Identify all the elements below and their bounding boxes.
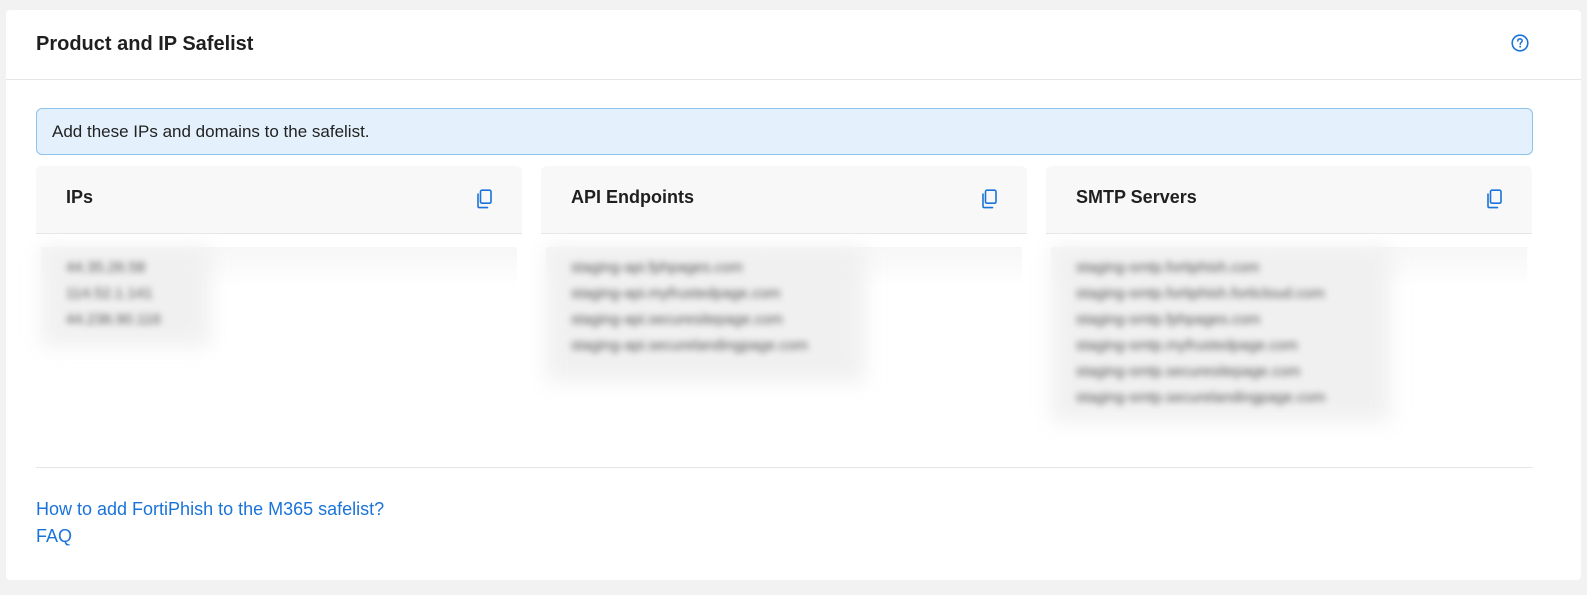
- list-item: staging-api.securesitepage.com: [571, 311, 783, 328]
- ips-panel: IPs 44.35.26.58 114.52.1.141 44.236.90.1…: [36, 166, 522, 428]
- list-item: staging-smtp.fphpages.com: [1076, 311, 1261, 328]
- safelist-card: Product and IP Safelist Add these IPs an…: [6, 10, 1581, 580]
- list-item: staging-smtp.fortiphish.forticloud.com: [1076, 285, 1325, 302]
- list-item: staging-api.myfrustedpage.com: [571, 285, 781, 302]
- ips-list: 44.35.26.58 114.52.1.141 44.236.90.116: [66, 255, 161, 333]
- list-item: 44.35.26.58: [66, 259, 146, 276]
- copy-icon[interactable]: [980, 189, 998, 209]
- faq-link[interactable]: FAQ: [36, 526, 72, 547]
- panel-title-ips: IPs: [66, 187, 94, 207]
- divider: [36, 467, 1533, 468]
- card-header: Product and IP Safelist: [6, 10, 1581, 80]
- smtp-servers-list-area: staging-smtp.fortiphish.com staging-smtp…: [1051, 247, 1527, 425]
- list-item: staging-api.fphpages.com: [571, 259, 743, 276]
- api-endpoints-list-area: staging-api.fphpages.com staging-api.myf…: [546, 247, 1022, 425]
- list-item: 44.236.90.116: [66, 311, 161, 328]
- list-item: 114.52.1.141: [66, 285, 153, 302]
- copy-icon[interactable]: [475, 189, 493, 209]
- panel-header: SMTP Servers: [1046, 166, 1532, 234]
- api-endpoints-list: staging-api.fphpages.com staging-api.myf…: [571, 255, 808, 359]
- question-circle-icon[interactable]: [1511, 34, 1529, 52]
- list-item: staging-api.securelandingpage.com: [571, 337, 808, 354]
- smtp-servers-panel: SMTP Servers staging-smtp.fortiphish.com…: [1046, 166, 1532, 428]
- card-title: Product and IP Safelist: [36, 33, 254, 55]
- list-item: staging-smtp.securelandingpage.com: [1076, 389, 1326, 406]
- list-item: staging-smtp.securesitepage.com: [1076, 363, 1301, 380]
- list-item: staging-smtp.fortiphish.com: [1076, 259, 1260, 276]
- info-banner: Add these IPs and domains to the safelis…: [36, 108, 1533, 155]
- copy-icon[interactable]: [1485, 189, 1503, 209]
- api-endpoints-panel: API Endpoints staging-api.fphpages.com s…: [541, 166, 1027, 428]
- panel-title-smtp-servers: SMTP Servers: [1076, 187, 1197, 207]
- m365-safelist-help-link[interactable]: How to add FortiPhish to the M365 safeli…: [36, 499, 384, 520]
- panel-title-api-endpoints: API Endpoints: [571, 187, 694, 207]
- panel-header: IPs: [36, 166, 522, 234]
- panel-header: API Endpoints: [541, 166, 1027, 234]
- ips-list-area: 44.35.26.58 114.52.1.141 44.236.90.116: [41, 247, 517, 425]
- smtp-servers-list: staging-smtp.fortiphish.com staging-smtp…: [1076, 255, 1325, 411]
- list-item: staging-smtp.myfrustedpage.com: [1076, 337, 1298, 354]
